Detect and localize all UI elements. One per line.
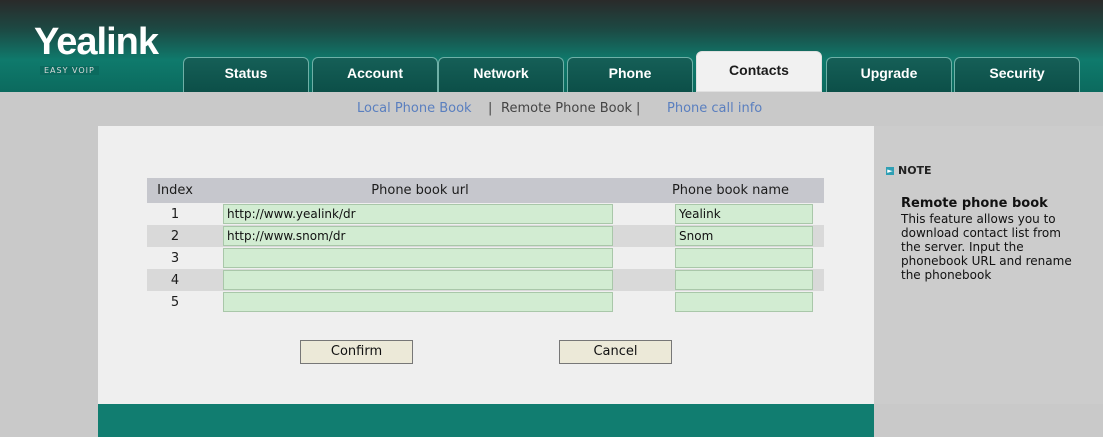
tab-network[interactable]: Network	[438, 57, 564, 92]
table-row: 3	[147, 247, 824, 269]
phonebook-name-input[interactable]	[675, 248, 813, 268]
tab-phone[interactable]: Phone	[567, 57, 693, 92]
name-cell	[637, 247, 824, 269]
table-row: 2	[147, 225, 824, 247]
url-cell	[203, 203, 637, 225]
note-heading-label: NOTE	[898, 164, 932, 177]
footer-right	[874, 404, 1103, 437]
row-index: 2	[147, 225, 203, 247]
url-cell	[203, 247, 637, 269]
confirm-button[interactable]: Confirm	[300, 340, 413, 364]
tab-security[interactable]: Security	[954, 57, 1080, 92]
logo-text: Yealink	[34, 21, 159, 63]
remote-phonebook-table: Index Phone book url Phone book name 1 2…	[147, 178, 824, 313]
note-heading: ► NOTE	[886, 164, 932, 177]
main-tabs: Status Account Network Phone Contacts Up…	[183, 51, 1103, 92]
name-cell	[637, 269, 824, 291]
index-header: Index	[147, 178, 203, 203]
url-cell	[203, 291, 637, 313]
local-phone-book-link[interactable]: Local Phone Book	[357, 101, 472, 116]
name-cell	[637, 291, 824, 313]
sub-navigation: Local Phone Book | Remote Phone Book | P…	[0, 92, 1103, 126]
table-row: 5	[147, 291, 824, 313]
note-title: Remote phone book	[901, 196, 1048, 211]
phonebook-url-input[interactable]	[223, 292, 613, 312]
tab-status[interactable]: Status	[183, 57, 309, 92]
note-body: This feature allows you to download cont…	[901, 212, 1072, 282]
tab-account[interactable]: Account	[312, 57, 438, 92]
row-index: 5	[170, 294, 180, 310]
subnav-separator: |	[488, 101, 493, 116]
url-header: Phone book url	[203, 178, 637, 203]
phonebook-name-input[interactable]	[675, 270, 813, 290]
name-cell	[637, 203, 824, 225]
url-cell	[203, 225, 637, 247]
phonebook-url-input[interactable]	[223, 270, 613, 290]
phonebook-name-input[interactable]	[675, 292, 813, 312]
note-panel: ► NOTE Remote phone book This feature all…	[874, 126, 1103, 404]
logo-tagline: EASY VOIP	[40, 66, 99, 75]
row-index: 3	[170, 250, 180, 266]
phone-call-info-link[interactable]: Phone call info	[667, 101, 762, 116]
name-header: Phone book name	[637, 178, 824, 203]
phonebook-url-input[interactable]	[223, 226, 613, 246]
phonebook-url-input[interactable]	[223, 204, 613, 224]
header-bar: Yealink EASY VOIP Status Account Network…	[0, 0, 1103, 92]
remote-phone-book-link[interactable]: Remote Phone Book	[501, 101, 632, 116]
url-cell	[203, 269, 637, 291]
phonebook-name-input[interactable]	[675, 204, 813, 224]
table-row: 1	[147, 203, 824, 225]
yealink-logo: Yealink EASY VOIP	[12, 6, 192, 92]
footer-bar	[98, 404, 874, 437]
name-cell	[637, 225, 824, 247]
cancel-button[interactable]: Cancel	[559, 340, 672, 364]
row-index: 4	[147, 269, 203, 291]
arrow-icon: ►	[886, 167, 894, 175]
content-panel: Index Phone book url Phone book name 1 2…	[98, 126, 874, 404]
footer-left	[0, 404, 98, 437]
tab-upgrade[interactable]: Upgrade	[826, 57, 952, 92]
table-header-row: Index Phone book url Phone book name	[147, 178, 824, 203]
table-row: 4	[147, 269, 824, 291]
phonebook-url-input[interactable]	[223, 248, 613, 268]
subnav-separator: |	[636, 101, 641, 116]
phonebook-name-input[interactable]	[675, 226, 813, 246]
row-index: 1	[170, 206, 180, 222]
tab-contacts[interactable]: Contacts	[696, 51, 822, 92]
